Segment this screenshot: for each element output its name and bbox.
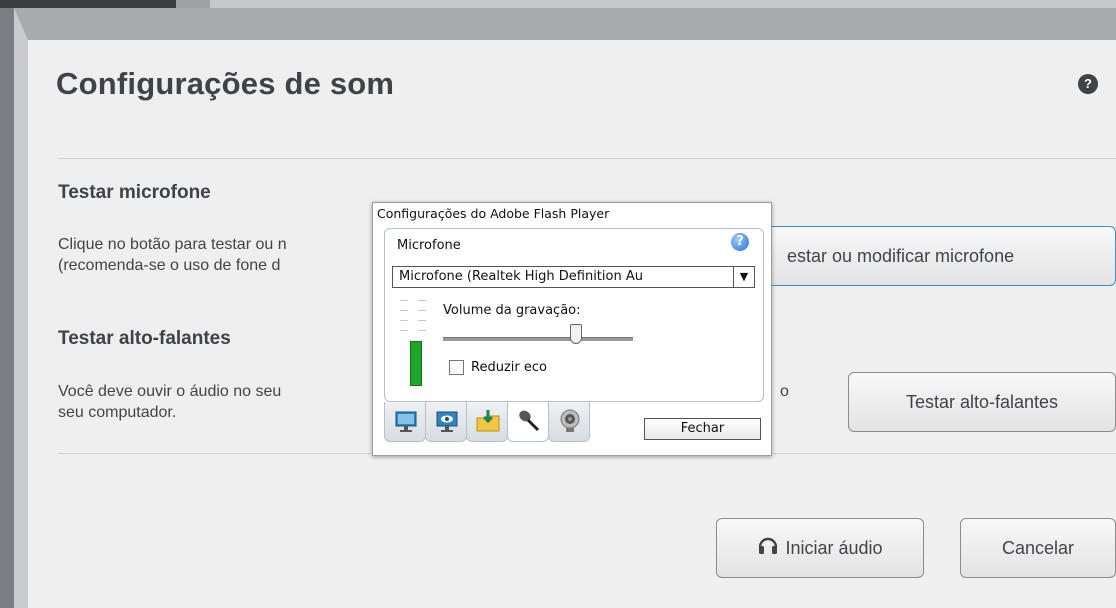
tab-privacy[interactable] bbox=[425, 402, 467, 442]
reduce-echo-label: Reduzir eco bbox=[471, 360, 547, 375]
tab-storage[interactable] bbox=[466, 402, 508, 442]
meter-tick bbox=[400, 320, 408, 321]
tab-microphone[interactable] bbox=[507, 402, 549, 442]
meter-tick bbox=[418, 310, 426, 311]
test-speakers-button[interactable]: Testar alto-falantes bbox=[848, 372, 1116, 432]
top-strip-chip-secondary bbox=[176, 0, 210, 8]
start-audio-label: Iniciar áudio bbox=[785, 538, 883, 558]
divider bbox=[58, 158, 1116, 159]
tab-camera[interactable] bbox=[548, 402, 590, 442]
speaker-description-line2: seu computador. bbox=[58, 404, 177, 421]
top-strip bbox=[0, 0, 1116, 8]
meter-tick bbox=[400, 310, 408, 311]
close-button[interactable]: Fechar bbox=[644, 418, 761, 440]
volume-slider-track[interactable] bbox=[443, 337, 633, 341]
help-icon[interactable]: ? bbox=[1078, 74, 1098, 94]
privacy-icon bbox=[436, 411, 458, 432]
storage-icon bbox=[476, 410, 500, 432]
left-strip bbox=[0, 8, 14, 608]
reduce-echo-checkbox[interactable] bbox=[449, 360, 464, 375]
camera-icon bbox=[560, 409, 580, 432]
meter-tick bbox=[400, 330, 408, 331]
flash-settings-panel: Configurações do Adobe Flash Player Micr… bbox=[372, 202, 772, 456]
mic-activity-meter bbox=[400, 298, 430, 388]
speaker-description-line1: Você deve ouvir o áudio no seu bbox=[58, 383, 282, 400]
volume-label: Volume da gravação: bbox=[443, 303, 581, 318]
microphone-select-value: Microfone (Realtek High Definition Au bbox=[399, 269, 643, 284]
tab-display[interactable] bbox=[384, 402, 426, 442]
start-audio-button[interactable]: Iniciar áudio bbox=[716, 518, 924, 578]
microphone-icon bbox=[519, 410, 540, 432]
volume-slider-thumb[interactable] bbox=[570, 324, 582, 344]
mic-description-line1: Clique no botão para testar ou n bbox=[58, 236, 287, 253]
meter-tick bbox=[418, 320, 426, 321]
meter-level-bar bbox=[410, 341, 422, 386]
flash-section-label: Microfone bbox=[397, 238, 461, 253]
meter-tick bbox=[400, 300, 408, 301]
display-icon bbox=[395, 411, 417, 432]
meter-tick bbox=[418, 330, 426, 331]
meter-tick bbox=[418, 300, 426, 301]
mic-description-line2: (recomenda-se o uso de fone d bbox=[58, 257, 281, 274]
speaker-description-tail: o bbox=[780, 383, 789, 400]
dropdown-arrow-icon[interactable]: ▼ bbox=[733, 267, 754, 287]
flash-help-icon[interactable]: ? bbox=[731, 233, 749, 251]
flash-mic-settings: Microfone ? Microfone (Realtek High Defi… bbox=[384, 228, 764, 402]
top-strip-chip bbox=[0, 0, 176, 8]
speaker-section-heading: Testar alto-falantes bbox=[58, 328, 231, 349]
microphone-select[interactable]: Microfone (Realtek High Definition Au ▼ bbox=[392, 266, 755, 288]
cancel-button[interactable]: Cancelar bbox=[960, 518, 1116, 578]
mic-section-heading: Testar microfone bbox=[58, 182, 211, 203]
headphones-icon bbox=[757, 520, 779, 578]
flash-panel-title: Configurações do Adobe Flash Player bbox=[377, 206, 610, 221]
dialog-title: Configurações de som bbox=[56, 66, 395, 101]
test-microphone-button[interactable]: estar ou modificar microfone bbox=[748, 226, 1116, 286]
